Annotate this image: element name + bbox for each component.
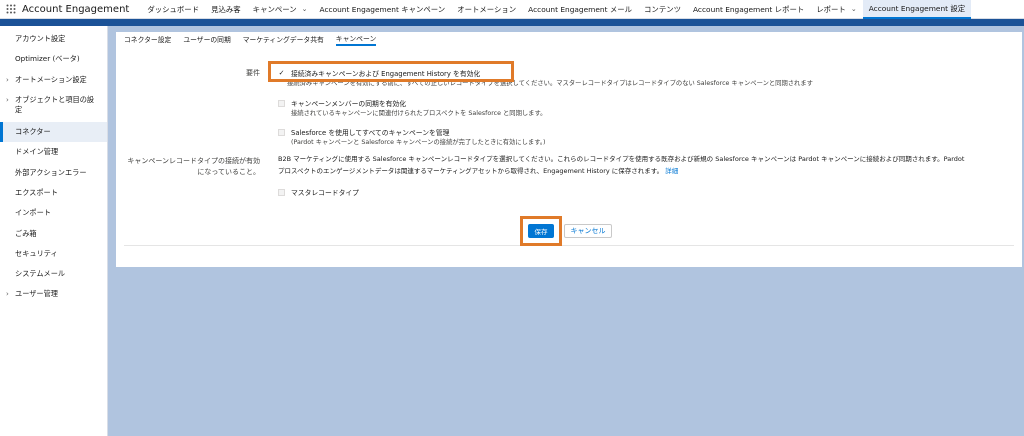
sidebar-item-label: ドメイン管理 xyxy=(15,147,59,157)
nav-item-dashboard[interactable]: ダッシュボード xyxy=(141,0,205,19)
nav-item-automation[interactable]: オートメーション xyxy=(451,0,522,19)
nav-item-ae-settings[interactable]: Account Engagement 設定 xyxy=(862,0,972,19)
connector-tabs: コネクター設定 ユーザーの同期 マーケティングデータ共有 キャンペーン xyxy=(116,32,1022,46)
record-type-label-line2: になっていること。 xyxy=(197,168,260,177)
nav-item-label: Account Engagement 設定 xyxy=(868,3,966,13)
sidebar-item-label: ごみ箱 xyxy=(15,228,37,238)
brand-bar xyxy=(0,19,1024,26)
nav-item-label: コンテンツ xyxy=(644,4,681,14)
sidebar-item-optimizer[interactable]: Optimizer (ベータ) xyxy=(0,49,107,69)
form-divider xyxy=(124,245,1014,246)
sidebar-item-label: アカウント設定 xyxy=(15,34,66,44)
nav-item-ae-reports[interactable]: Account Engagement レポート xyxy=(687,0,810,19)
sidebar-item-label: ユーザー管理 xyxy=(15,289,58,299)
nav-item-label: ダッシュボード xyxy=(147,4,200,14)
sidebar-item-connectors[interactable]: コネクター xyxy=(0,121,107,143)
chevron-right-icon: › xyxy=(6,75,9,84)
nav-item-label: オートメーション xyxy=(457,4,517,14)
sidebar-item-security[interactable]: セキュリティ xyxy=(0,244,107,264)
app-launcher-icon[interactable] xyxy=(0,0,22,19)
nav-item-label: Account Engagement キャンペーン xyxy=(319,4,446,14)
sidebar-item-label: 外部アクションエラー xyxy=(15,167,87,177)
sidebar-item-automation-settings[interactable]: › オートメーション設定 xyxy=(0,70,107,90)
highlight-box-option xyxy=(268,61,514,82)
record-type-label-line1: キャンペーンレコードタイプの接続が有効 xyxy=(127,157,260,165)
chevron-right-icon: › xyxy=(6,290,9,299)
sidebar-item-system-emails[interactable]: システムメール xyxy=(0,264,107,284)
nav-item-campaigns[interactable]: キャンペーン ⌄ xyxy=(247,0,314,19)
nav-item-reports[interactable]: レポート ⌄ xyxy=(810,0,862,19)
option-description: 接続されているキャンペーンに関連付けられたプロスペクトを Salesforce … xyxy=(291,110,547,117)
nav-item-label: Account Engagement レポート xyxy=(693,4,805,14)
record-type-description: B2B マーケティングに使用する Salesforce キャンペーンレコードタイ… xyxy=(278,154,1018,177)
highlight-box-save xyxy=(520,216,562,246)
details-link[interactable]: 詳細 xyxy=(665,167,678,175)
waffle-grid-icon xyxy=(6,4,16,14)
record-type-desc-line1: B2B マーケティングに使用する Salesforce キャンペーンレコードタイ… xyxy=(278,155,965,163)
nav-item-ae-email[interactable]: Account Engagement メール xyxy=(522,0,638,19)
sidebar-item-user-management[interactable]: › ユーザー管理 xyxy=(0,284,107,304)
master-record-type-option[interactable]: マスタレコードタイプ xyxy=(278,187,359,197)
tab-campaigns[interactable]: キャンペーン xyxy=(335,33,377,46)
global-nav: Account Engagement ダッシュボード 見込み客 キャンペーン ⌄ … xyxy=(0,0,1024,19)
sidebar-item-label: コネクター xyxy=(15,127,51,137)
option-label: マスタレコードタイプ xyxy=(291,189,359,197)
nav-item-label: レポート xyxy=(816,4,846,14)
sidebar-item-label: システムメール xyxy=(15,269,66,279)
option-description: (Pardot キャンペーンと Salesforce キャンペーンの接続が完了し… xyxy=(291,139,546,146)
app-name: Account Engagement xyxy=(22,3,130,15)
nav-item-prospects[interactable]: 見込み客 xyxy=(205,0,247,19)
sidebar-item-export[interactable]: エクスポート xyxy=(0,183,107,203)
sidebar-item-import[interactable]: インポート xyxy=(0,203,107,223)
checkbox-icon[interactable] xyxy=(278,99,285,107)
conditions-label: 要件 xyxy=(246,69,260,77)
chevron-down-icon[interactable]: ⌄ xyxy=(851,5,857,13)
sidebar-item-label: オートメーション設定 xyxy=(15,74,87,84)
sidebar-item-domain-management[interactable]: ドメイン管理 xyxy=(0,142,107,162)
nav-item-label: 見込み客 xyxy=(211,4,241,14)
sidebar-item-label: オブジェクトと項目の設定 xyxy=(15,94,95,115)
tab-connector-settings[interactable]: コネクター設定 xyxy=(124,34,171,46)
tab-marketing-data-sharing[interactable]: マーケティングデータ共有 xyxy=(243,34,324,46)
sidebar-item-object-field-settings[interactable]: › オブジェクトと項目の設定 xyxy=(0,90,107,122)
record-type-label: キャンペーンレコードタイプの接続が有効 になっていること。 xyxy=(116,156,260,178)
checkbox-icon[interactable] xyxy=(278,128,285,136)
sidebar-item-recycle-bin[interactable]: ごみ箱 xyxy=(0,223,107,243)
option-manage-all-campaigns[interactable]: Salesforce を使用してすべてのキャンペーンを管理 xyxy=(278,127,449,137)
nav-item-label: キャンペーン xyxy=(252,4,297,14)
record-type-desc-line2: プロスペクトのエンゲージメントデータは関連するマーケティングアセットから取得され… xyxy=(278,166,664,175)
sidebar-item-external-action-errors[interactable]: 外部アクションエラー xyxy=(0,162,107,182)
chevron-right-icon: › xyxy=(6,95,9,104)
sidebar-item-label: エクスポート xyxy=(15,187,58,197)
option-campaign-member-sync[interactable]: キャンペーンメンバーの同期を有効化 xyxy=(278,98,406,108)
option-label: キャンペーンメンバーの同期を有効化 xyxy=(291,100,407,108)
tab-user-sync[interactable]: ユーザーの同期 xyxy=(183,34,230,46)
sidebar-item-account-settings[interactable]: アカウント設定 xyxy=(0,29,107,49)
checkbox-icon[interactable] xyxy=(278,188,285,196)
nav-item-content[interactable]: コンテンツ xyxy=(638,0,687,19)
settings-sidebar: アカウント設定 Optimizer (ベータ) › オートメーション設定 › オブジ… xyxy=(0,26,108,436)
cancel-button[interactable]: キャンセル xyxy=(564,224,612,238)
option-label: Salesforce を使用してすべてのキャンペーンを管理 xyxy=(291,129,450,137)
sidebar-item-label: セキュリティ xyxy=(15,248,58,258)
nav-item-label: Account Engagement メール xyxy=(528,4,633,14)
nav-item-ae-campaigns[interactable]: Account Engagement キャンペーン xyxy=(314,0,452,19)
chevron-down-icon[interactable]: ⌄ xyxy=(302,5,308,13)
sidebar-item-label: Optimizer (ベータ) xyxy=(15,54,80,64)
sidebar-item-label: インポート xyxy=(15,208,51,218)
